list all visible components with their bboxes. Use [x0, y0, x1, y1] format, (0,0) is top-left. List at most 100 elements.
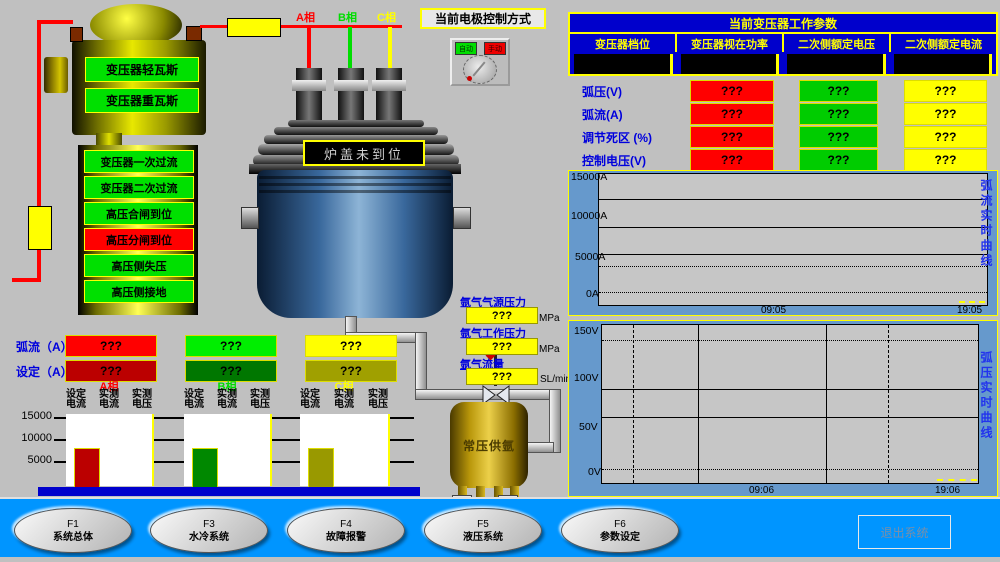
- argon-tank: 常压供氩: [450, 402, 528, 488]
- electrode-mode-title-text: 当前电极控制方式: [435, 10, 531, 27]
- arc-current-a: ???: [65, 335, 157, 357]
- tick-line: [54, 417, 66, 419]
- ytick-100V: 100V: [574, 372, 599, 384]
- feeder-resistor: [227, 18, 281, 37]
- argon-work-pressure-unit: MPa: [539, 344, 560, 355]
- arc-voltage-param-label: 弧压(V): [582, 83, 622, 100]
- hdr-bottom: 电流: [66, 400, 86, 410]
- furnace-lid-status-text: 炉盖未到位: [324, 144, 404, 163]
- pipe-tank-inlet: [524, 442, 554, 453]
- phase-c-drop-wire: [388, 27, 392, 69]
- header-set-current: 设定电流: [66, 390, 86, 410]
- header-meas-current: 实测电流: [217, 390, 237, 410]
- mode-auto-button[interactable]: 自动: [455, 42, 477, 55]
- alarm-label: 变压器二次过流: [101, 180, 178, 196]
- transformer-terminal-left: [70, 27, 83, 42]
- deadband-a: ???: [690, 126, 774, 148]
- argon-source-pressure-unit: MPa: [539, 313, 560, 324]
- arc-current-param-b: ???: [799, 103, 878, 125]
- transformer-terminal-right: [186, 26, 202, 41]
- control-voltage-a: ???: [690, 149, 774, 171]
- value-text: ???: [935, 130, 957, 144]
- gridline: [599, 199, 987, 200]
- value-text: ???: [935, 153, 957, 167]
- alarm-label: 高压侧失压: [112, 258, 167, 274]
- gridline: [599, 266, 987, 267]
- f3-water-cooling-button[interactable]: F3 水冷系统: [150, 508, 268, 553]
- button-label: 系统总体: [53, 531, 93, 544]
- arc-current-param-c: ???: [904, 103, 987, 125]
- alarm-label: 变压器一次过流: [101, 154, 178, 170]
- value-cell: [890, 52, 997, 76]
- value-text: ???: [220, 364, 242, 378]
- alarm-lamp-hv-ground: 高压侧接地: [84, 280, 194, 303]
- alarm-label: 高压合闸到位: [106, 206, 172, 222]
- argon-flow-unit: SL/min: [540, 374, 571, 385]
- fkey-label: F5: [477, 518, 489, 531]
- button-label: 故障报警: [326, 531, 366, 544]
- alarm-lamp-primary-overcurrent: 变压器一次过流: [84, 150, 194, 173]
- value-text: ???: [828, 107, 850, 121]
- hdr-bottom: 电流: [184, 400, 204, 410]
- phase-a-set-current-bar: [74, 448, 100, 488]
- mode-manual-button[interactable]: 手动: [484, 42, 506, 55]
- hdr-bottom: 电压: [368, 400, 388, 410]
- gridline: [826, 325, 827, 483]
- furnace-lid-status: 炉盖未到位: [303, 140, 425, 166]
- col-apparent-power: 变压器视在功率: [677, 34, 784, 52]
- f5-hydraulic-system-button[interactable]: F5 液压系统: [424, 508, 542, 553]
- furnace-band3: [259, 190, 451, 193]
- f1-system-overview-button[interactable]: F1 系统总体: [14, 508, 132, 553]
- arc-current-trend-chart: 15000A 10000A 5000A 0A 09:05 19:05 弧流实时曲…: [568, 170, 998, 316]
- button-label: 水冷系统: [189, 531, 229, 544]
- value-text: ???: [935, 84, 957, 98]
- furnace-band1: [259, 176, 451, 179]
- arc-voltage-plot-area: [601, 324, 979, 484]
- argon-source-pressure-value: ???: [466, 307, 538, 324]
- value-cell: [570, 52, 677, 76]
- f4-fault-alarm-button[interactable]: F4 故障报警: [287, 508, 405, 553]
- phase-a-wire-label: A相: [296, 9, 315, 25]
- table-value-row: [570, 52, 996, 76]
- bar-section-base: [38, 487, 420, 496]
- alarm-lamp-secondary-overcurrent: 变压器二次过流: [84, 176, 194, 199]
- f6-parameter-settings-button[interactable]: F6 参数设定: [561, 508, 679, 553]
- phase-c-column-headers: 设定电流 实测电流 实测电压: [300, 390, 388, 410]
- control-voltage-b: ???: [799, 149, 878, 171]
- value-text: ???: [220, 339, 242, 353]
- electrode-mode-title: 当前电极控制方式: [420, 8, 546, 29]
- value-text: ???: [100, 364, 122, 378]
- ytick-10000A: 10000A: [571, 210, 607, 222]
- electrode-b-collar: [334, 80, 368, 91]
- header-set-current: 设定电流: [300, 390, 320, 410]
- electrode-a: [296, 68, 322, 124]
- arc-current-plot-area: [598, 173, 988, 306]
- electrode-b: [338, 68, 364, 124]
- hdr-bottom: 电流: [334, 400, 354, 410]
- header-meas-voltage: 实测电压: [250, 390, 270, 410]
- trend-cursor: [937, 479, 977, 481]
- xtick-mid: 09:05: [761, 305, 786, 316]
- ytick-150V: 150V: [574, 325, 599, 337]
- furnace-trunnion-right: [453, 207, 471, 229]
- argon-work-pressure-value: ???: [466, 338, 538, 355]
- bar-ytick-5000: 5000: [16, 454, 52, 466]
- value-text: ???: [721, 153, 743, 167]
- exit-system-button[interactable]: 退出系统: [858, 515, 951, 549]
- phase-b-wire-label: B相: [338, 9, 357, 25]
- hv-wire-bottom: [12, 278, 41, 282]
- tick-line: [270, 439, 300, 441]
- phase-c-wire-label: C相: [377, 9, 396, 25]
- phase-a-column-headers: 设定电流 实测电流 实测电压: [66, 390, 152, 410]
- gridline: [602, 469, 978, 470]
- electrode-c: [376, 68, 402, 124]
- header-meas-voltage: 实测电压: [368, 390, 388, 410]
- arc-voltage-trend-chart: 150V 100V 50V 0V 09:06 19:06 弧压实时曲线: [568, 320, 998, 497]
- tick-line: [54, 439, 66, 441]
- deadband-b: ???: [799, 126, 878, 148]
- arc-current-param-a: ???: [690, 103, 774, 125]
- table-title: 当前变压器工作参数: [570, 14, 996, 34]
- arc-voltage-chart-title: 弧压实时曲线: [978, 351, 995, 491]
- tap-position-value: [574, 54, 673, 74]
- ytick-5000A: 5000A: [575, 251, 605, 263]
